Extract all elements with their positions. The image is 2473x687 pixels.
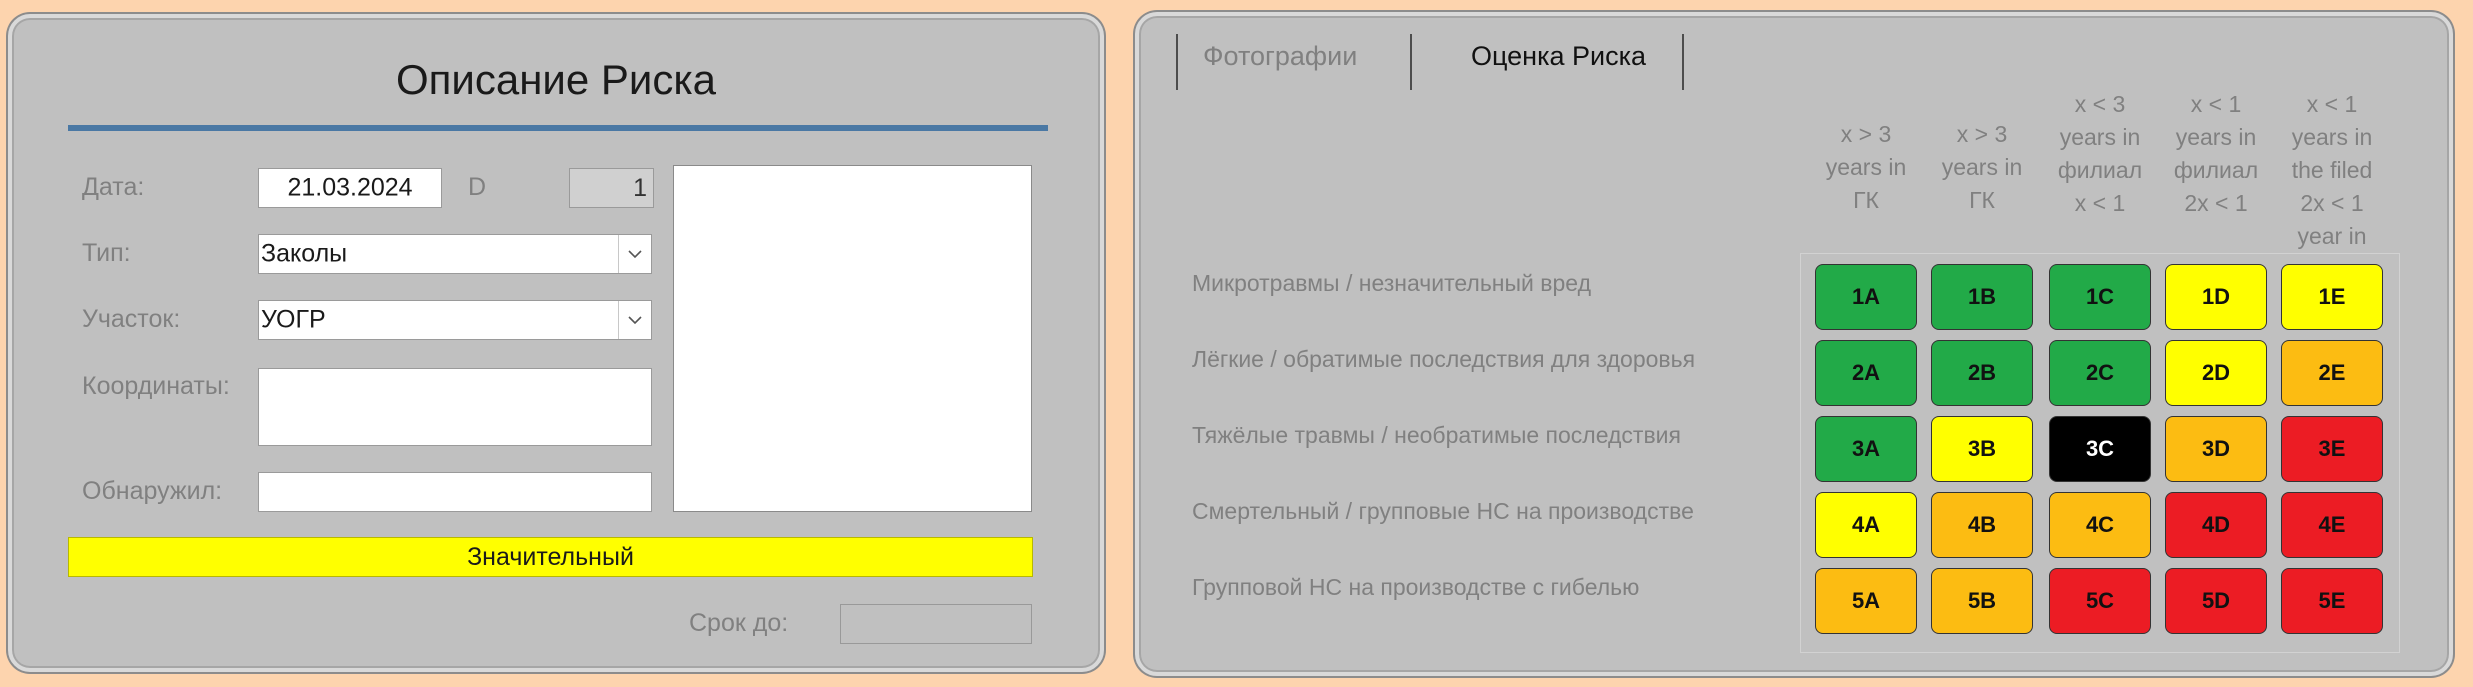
column-header-line: x < 1: [2190, 91, 2242, 117]
type-value: Заколы: [261, 239, 348, 268]
column-header-line: 2x < 1: [2184, 190, 2248, 216]
risk-cell-2d[interactable]: 2D: [2165, 340, 2267, 406]
significance-bar: Значительный: [68, 537, 1033, 577]
title-divider: [68, 125, 1048, 131]
column-header-line: the filed: [2291, 157, 2373, 183]
id-value: 1: [633, 174, 647, 202]
tab-divider: [1410, 34, 1412, 90]
date-label: Дата:: [82, 173, 145, 201]
coords-field[interactable]: [258, 368, 652, 446]
matrix-column-header: x > 3 years in ГК: [1811, 118, 1921, 217]
type-label: Тип:: [82, 239, 131, 267]
matrix-row-header: Тяжёлые травмы / необратимые последствия: [1192, 422, 1681, 448]
risk-cell-4a[interactable]: 4A: [1815, 492, 1917, 558]
chevron-down-icon: [628, 316, 642, 325]
type-dropdown-button[interactable]: [618, 235, 651, 273]
column-header-line: x < 1: [2074, 190, 2126, 216]
due-date-field[interactable]: [840, 604, 1032, 644]
column-header-line: x > 3: [1840, 121, 1892, 147]
matrix-column-header: x < 1 years in филиал 2x < 1: [2161, 88, 2271, 220]
risk-cell-4d[interactable]: 4D: [2165, 492, 2267, 558]
risk-cell-1a[interactable]: 1A: [1815, 264, 1917, 330]
found-by-label: Обнаружил:: [82, 477, 223, 505]
tab-divider: [1176, 34, 1178, 90]
risk-cell-3d[interactable]: 3D: [2165, 416, 2267, 482]
area-value: УОГР: [261, 305, 326, 334]
risk-cell-5e[interactable]: 5E: [2281, 568, 2383, 634]
column-header-line: years in: [2291, 124, 2373, 150]
risk-cell-5a[interactable]: 5A: [1815, 568, 1917, 634]
risk-cell-2a[interactable]: 2A: [1815, 340, 1917, 406]
risk-cell-5d[interactable]: 5D: [2165, 568, 2267, 634]
column-header-line: years in: [2175, 124, 2257, 150]
chevron-down-icon: [628, 250, 642, 259]
date-field[interactable]: 21.03.2024: [258, 168, 442, 208]
risk-cell-2b[interactable]: 2B: [1931, 340, 2033, 406]
tab-risk-assessment[interactable]: Оценка Риска: [1471, 41, 1646, 72]
risk-cell-4e[interactable]: 4E: [2281, 492, 2383, 558]
risk-cell-3e[interactable]: 3E: [2281, 416, 2383, 482]
risk-cell-1e[interactable]: 1E: [2281, 264, 2383, 330]
column-header-line: years in: [1825, 154, 1907, 180]
risk-cell-2e[interactable]: 2E: [2281, 340, 2383, 406]
column-header-line: year in: [2297, 223, 2367, 249]
matrix-column-header: x < 1 years in the filed 2x < 1 year in: [2277, 88, 2387, 253]
risk-cell-5c[interactable]: 5C: [2049, 568, 2151, 634]
coords-label: Координаты:: [82, 372, 230, 400]
column-header-line: 2x < 1: [2300, 190, 2364, 216]
risk-cell-2c[interactable]: 2C: [2049, 340, 2151, 406]
risk-cell-4b[interactable]: 4B: [1931, 492, 2033, 558]
date-value: 21.03.2024: [287, 173, 413, 202]
column-header-line: ГК: [1853, 187, 1879, 213]
matrix-row-header: Смертельный / групповые НС на производст…: [1192, 498, 1694, 524]
matrix-column-header: x > 3 years in ГК: [1927, 118, 2037, 217]
area-dropdown-button[interactable]: [618, 301, 651, 339]
risk-cell-3c[interactable]: 3C: [2049, 416, 2151, 482]
matrix-row-header: Лёгкие / обратимые последствия для здоро…: [1192, 346, 1696, 372]
column-header-line: филиал: [2173, 157, 2259, 183]
risk-cell-3b[interactable]: 3B: [1931, 416, 2033, 482]
matrix-column-header: x < 3 years in филиал x < 1: [2045, 88, 2155, 220]
risk-cell-3a[interactable]: 3A: [1815, 416, 1917, 482]
risk-cell-1b[interactable]: 1B: [1931, 264, 2033, 330]
matrix-row-header: Микротравмы / незначительный вред: [1192, 270, 1591, 296]
tab-divider: [1682, 34, 1684, 90]
column-header-line: years in: [2059, 124, 2141, 150]
column-header-line: x < 3: [2074, 91, 2126, 117]
due-label: Срок до:: [689, 609, 789, 637]
column-header-line: филиал: [2057, 157, 2143, 183]
tab-photos[interactable]: Фотографии: [1203, 41, 1357, 72]
type-dropdown[interactable]: Заколы: [258, 234, 652, 274]
found-by-field[interactable]: [258, 472, 652, 512]
risk-cell-1d[interactable]: 1D: [2165, 264, 2267, 330]
area-label: Участок:: [82, 305, 181, 333]
page-title: Описание Риска: [395, 56, 717, 103]
column-header-line: years in: [1941, 154, 2023, 180]
risk-cell-1c[interactable]: 1C: [2049, 264, 2151, 330]
matrix-row-header: Групповой НС на производстве с гибелью: [1192, 574, 1640, 600]
column-header-line: x < 1: [2306, 91, 2358, 117]
risk-description-panel: Описание Риска Дата: 21.03.2024 D 1 Тип:…: [8, 14, 1104, 672]
risk-cell-5b[interactable]: 5B: [1931, 568, 2033, 634]
column-header-line: x > 3: [1956, 121, 2008, 147]
id-label: D: [468, 173, 487, 201]
column-header-line: ГК: [1969, 187, 1995, 213]
id-field[interactable]: 1: [569, 168, 654, 208]
risk-cell-4c[interactable]: 4C: [2049, 492, 2151, 558]
photo-preview[interactable]: [673, 165, 1032, 512]
area-dropdown[interactable]: УОГР: [258, 300, 652, 340]
